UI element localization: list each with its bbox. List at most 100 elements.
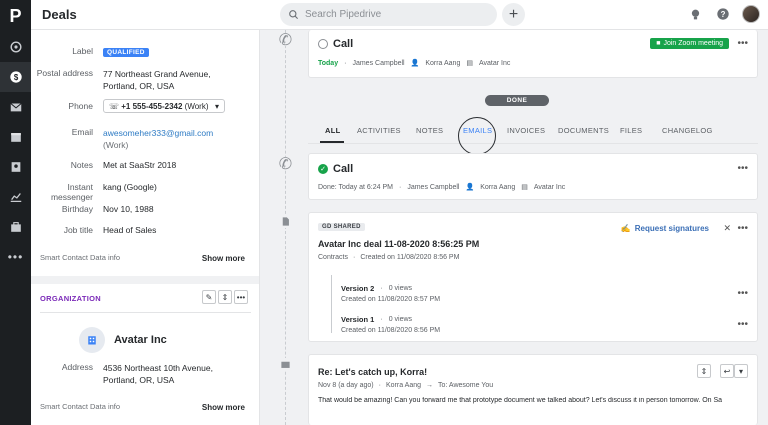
chevron-down-icon: ▾ [214,101,219,111]
postal-line1[interactable]: 77 Northeast Grand Avenue, [103,69,211,79]
app: P $ ••• Deals Search Pipedrive + ? Label… [0,0,768,425]
birthday-value[interactable]: Nov 10, 1988 [103,204,154,214]
nav-mail-icon[interactable] [0,92,31,122]
activity-done-card[interactable]: ✓ Call ••• Done: Today at 6:24 PM · Jame… [308,153,758,200]
postal-row: Postal address 77 Northeast Grand Avenue… [31,68,259,92]
org-address-line2[interactable]: Portland, OR, USA [103,375,174,385]
edit-icon[interactable]: ✎ [202,290,216,304]
version-2-created: Created on 11/08/2020 8:57 PM [341,296,441,303]
join-zoom-button[interactable]: ■ Join Zoom meeting [650,38,729,49]
activity-person[interactable]: James Campbell [352,60,404,67]
activity-done-date: Done: Today at 6:24 PM [318,183,393,191]
version-2-row[interactable]: Version 2 · 0 views [341,284,412,293]
chevron-down-icon[interactable]: ▾ [734,364,748,378]
separator-dot: · [352,254,356,261]
tab-activities[interactable]: ACTIVITIES [357,126,401,135]
checkbox-icon[interactable] [318,39,328,49]
jobtitle-label: Job title [63,225,93,235]
activity-title[interactable]: Call [333,38,353,50]
more-icon[interactable]: ••• [737,223,748,234]
check-icon[interactable]: ✓ [318,164,328,174]
nav-more-icon[interactable]: ••• [0,242,31,272]
activity-owner[interactable]: Korra Aang [425,60,460,67]
video-icon: ■ [656,40,661,47]
email-value[interactable]: awesomeher333@gmail.com [103,128,213,138]
request-signatures-button[interactable]: ✍ Request signatures [621,224,709,233]
tab-files[interactable]: FILES [620,126,642,135]
more-icon[interactable]: ••• [737,38,748,49]
jobtitle-value[interactable]: Head of Sales [103,225,156,235]
version-1-row[interactable]: Version 1 · 0 views [341,315,412,324]
reply-icon[interactable]: ↩ [720,364,734,378]
document-icon [279,215,292,228]
pipedrive-logo[interactable]: P [0,0,31,32]
org-address-label: Address [61,362,93,372]
separator-dot: · [380,316,383,323]
separator-dot: · [398,183,402,191]
quick-add-button[interactable]: + [502,3,525,26]
expand-icon[interactable]: ⇕ [697,364,711,378]
show-more-button[interactable]: Show more [202,254,245,263]
details-panel: Label QUALIFIED Postal address 77 Northe… [31,30,260,425]
email-subject[interactable]: Re: Let's catch up, Korra! [318,367,427,377]
org-smart-data-info[interactable]: Smart Contact Data info [40,402,120,411]
more-icon[interactable]: ••• [234,290,248,304]
reorder-icon[interactable]: ⇕ [218,290,232,304]
activity-person[interactable]: James Campbell [407,184,459,191]
user-avatar[interactable] [742,5,760,23]
more-icon[interactable]: ••• [737,288,748,299]
postal-line2[interactable]: Portland, OR, USA [103,81,174,91]
document-title[interactable]: Avatar Inc deal 11-08-2020 8:56:25 PM [318,239,479,249]
org-address-line1[interactable]: 4536 Northeast 10th Avenue, [103,363,213,373]
more-icon[interactable]: ••• [737,163,748,174]
activity-title[interactable]: Call [333,163,353,175]
notes-value[interactable]: Met at SaaStr 2018 [103,160,176,170]
nav-calendar-icon[interactable] [0,122,31,152]
nav-contacts-icon[interactable] [0,152,31,182]
search-input[interactable]: Search Pipedrive [280,3,497,26]
done-separator: DONE [485,95,549,106]
label-badge[interactable]: QUALIFIED [103,48,149,57]
version-1-title: Version 1 [341,315,375,324]
more-icon[interactable]: ••• [737,319,748,330]
collapse-icon[interactable]: ✕ [723,223,731,234]
version-2-title: Version 2 [341,284,375,293]
email-card[interactable]: Re: Let's catch up, Korra! Nov 8 (a day … [308,354,758,425]
tab-all[interactable]: ALL [325,126,340,135]
version-line [331,275,332,333]
nav-deals-icon[interactable]: $ [0,62,31,92]
org-show-more-button[interactable]: Show more [202,403,245,412]
tab-notes[interactable]: NOTES [416,126,443,135]
separator-dot: · [380,285,383,292]
cursor-highlight [458,117,496,155]
document-card[interactable]: GD SHARED Avatar Inc deal 11-08-2020 8:5… [308,212,758,342]
jobtitle-row: Job title Head of Sales [31,225,259,235]
tab-invoices[interactable]: INVOICES [507,126,545,135]
activity-org[interactable]: Avatar Inc [479,60,510,67]
activity-org[interactable]: Avatar Inc [534,184,565,191]
phone-field[interactable]: ☏ +1 555-455-2342 (Work) ▾ [103,99,225,113]
activity-owner[interactable]: Korra Aang [480,184,515,191]
separator-dot: · [378,382,381,389]
search-placeholder: Search Pipedrive [305,9,382,20]
lightbulb-icon[interactable] [686,5,704,23]
activity-card[interactable]: Call ■ Join Zoom meeting ••• Today · Jam… [308,30,758,78]
person-icon: 👤 [465,184,475,191]
email-body: That would be amazing! Can you forward m… [318,397,723,404]
activity-date: Today [318,59,339,67]
nav-insights-icon[interactable] [0,182,31,212]
join-zoom-label: Join Zoom meeting [663,40,723,47]
tab-documents[interactable]: DOCUMENTS [558,126,609,135]
nav-leads-icon[interactable] [0,32,31,62]
im-value[interactable]: kang (Google) [103,182,157,202]
org-address-row: Address 4536 Northeast 10th Avenue, Port… [31,362,259,386]
nav-products-icon[interactable] [0,212,31,242]
document-type: Contracts [318,254,348,261]
org-name[interactable]: Avatar Inc [114,334,167,346]
smart-data-info[interactable]: Smart Contact Data info [40,253,120,262]
svg-text:?: ? [721,10,726,19]
help-icon[interactable]: ? [714,5,732,23]
phone-icon: ✆ [278,31,293,49]
birthday-row: Birthday Nov 10, 1988 [31,204,259,214]
tab-changelog[interactable]: CHANGELOG [662,126,713,135]
